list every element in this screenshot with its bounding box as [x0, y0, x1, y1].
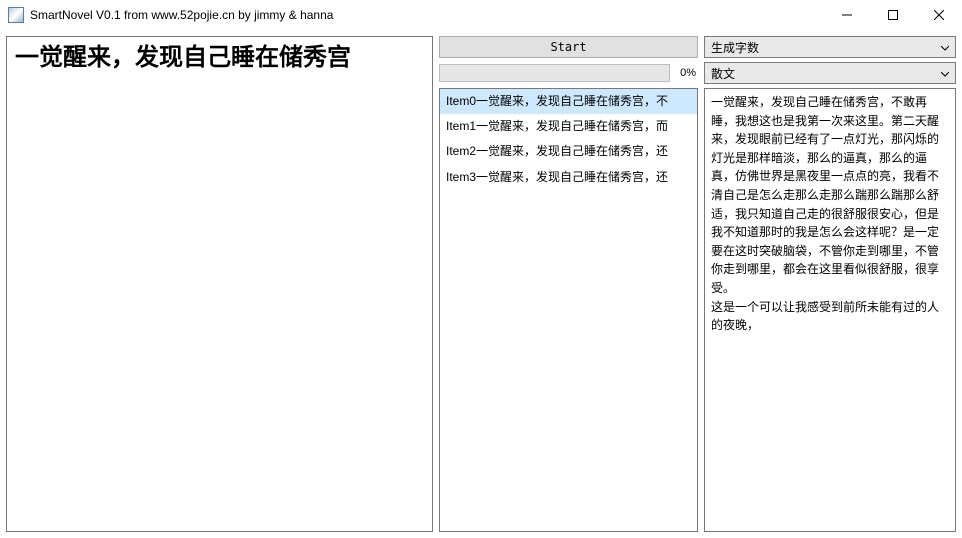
window-title: SmartNovel V0.1 from www.52pojie.cn by j…: [30, 8, 333, 22]
count-select-value: 生成字数: [711, 39, 759, 56]
list-item[interactable]: Item3一觉醒来，发现自己睡在储秀宫，还: [440, 165, 697, 190]
chevron-down-icon: [941, 40, 949, 54]
bottom-row: Item0一觉醒来，发现自己睡在储秀宫，不Item1一觉醒来，发现自己睡在储秀宫…: [439, 88, 956, 532]
maximize-button[interactable]: [870, 0, 916, 30]
titlebar: SmartNovel V0.1 from www.52pojie.cn by j…: [0, 0, 962, 30]
style-select[interactable]: 散文: [704, 62, 956, 84]
chevron-down-icon: [941, 66, 949, 80]
top-controls-row: Start 生成字数: [439, 36, 956, 58]
progress-bar: [439, 64, 670, 82]
results-listbox[interactable]: Item0一觉醒来，发现自己睡在储秀宫，不Item1一觉醒来，发现自己睡在储秀宫…: [439, 88, 698, 532]
output-text-area[interactable]: 一觉醒来，发现自己睡在储秀宫，不敢再睡，我想这也是我第一次来这里。第二天醒来，发…: [704, 88, 956, 532]
style-select-value: 散文: [711, 65, 735, 82]
input-text-area[interactable]: 一觉醒来，发现自己睡在储秀宫: [6, 36, 433, 532]
list-item[interactable]: Item0一觉醒来，发现自己睡在储秀宫，不: [440, 89, 697, 114]
list-item[interactable]: Item1一觉醒来，发现自己睡在储秀宫，而: [440, 114, 697, 139]
close-button[interactable]: [916, 0, 962, 30]
list-item[interactable]: Item2一觉醒来，发现自己睡在储秀宫，还: [440, 139, 697, 164]
start-button[interactable]: Start: [439, 36, 698, 58]
app-icon: [8, 7, 24, 23]
content-area: 一觉醒来，发现自己睡在储秀宫 Start 生成字数 0% 散文: [0, 30, 962, 538]
window-controls: [824, 0, 962, 30]
progress-percent: 0%: [674, 67, 696, 79]
right-panel: Start 生成字数 0% 散文 Item0一觉醒来，发现自己睡在储秀宫，不I: [439, 36, 956, 532]
minimize-button[interactable]: [824, 0, 870, 30]
progress-row: 0% 散文: [439, 62, 956, 84]
count-select[interactable]: 生成字数: [704, 36, 956, 58]
